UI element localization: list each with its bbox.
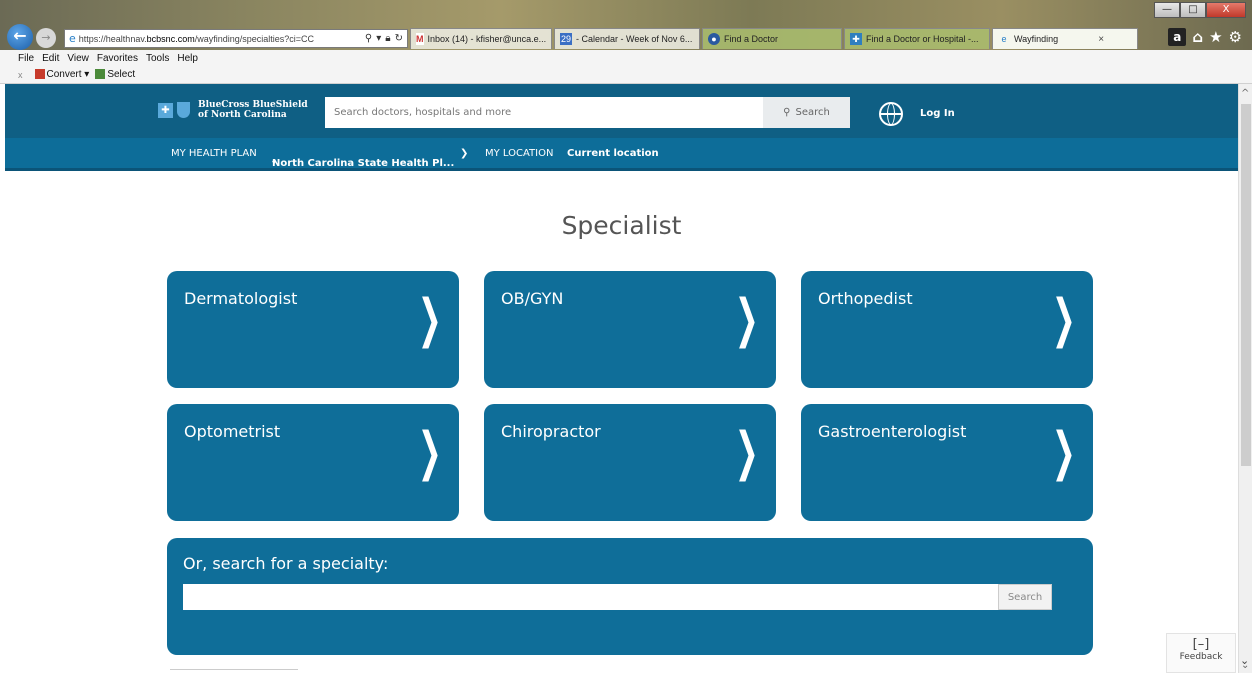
refresh-icon[interactable]: ↻ xyxy=(395,33,403,44)
specialty-card-dermatologist[interactable]: Dermatologist ❯ xyxy=(167,271,459,388)
home-icon[interactable]: ⌂ xyxy=(1192,28,1203,46)
tab-inbox[interactable]: M Inbox (14) - kfisher@unca.e... xyxy=(410,28,552,49)
site-search-button[interactable]: ⚲ Search xyxy=(763,97,850,128)
select-icon xyxy=(95,69,106,80)
card-label: Dermatologist xyxy=(184,289,298,308)
favorites-star-icon[interactable]: ★ xyxy=(1209,28,1222,46)
page-scrollbar[interactable]: ^ ⌄ xyxy=(1238,84,1252,673)
specialty-search-label: Or, search for a specialty: xyxy=(183,554,389,573)
specialty-search-input[interactable] xyxy=(183,584,998,610)
ie-page-icon: e xyxy=(69,32,76,45)
login-link[interactable]: Log In xyxy=(920,108,955,119)
specialty-search-panel: Or, search for a specialty: Search xyxy=(167,538,1093,655)
context-bar: MY HEALTH PLAN North Carolina State Heal… xyxy=(5,138,1238,171)
my-health-plan-label: MY HEALTH PLAN xyxy=(171,148,257,159)
page-title: Specialist xyxy=(561,211,682,240)
window-controls: — □ X xyxy=(1154,2,1246,18)
dropdown-icon[interactable]: ▾ xyxy=(376,33,381,44)
scroll-thumb[interactable] xyxy=(1241,104,1251,466)
specialty-card-chiropractor[interactable]: Chiropractor ❯ xyxy=(484,404,776,521)
specialty-card-gastroenterologist[interactable]: Gastroenterologist ❯ xyxy=(801,404,1093,521)
specialty-card-obgyn[interactable]: OB/GYN ❯ xyxy=(484,271,776,388)
logo-text: BlueCross BlueShield of North Carolina xyxy=(198,100,308,120)
bcbs-logo[interactable]: ✚ BlueCross BlueShield of North Carolina xyxy=(158,100,308,120)
tab-find-doctor-hospital[interactable]: ✚ Find a Doctor or Hospital -... xyxy=(844,28,990,49)
lock-icon[interactable]: 🔒︎ xyxy=(385,33,390,44)
calendar-icon: 29 xyxy=(560,33,572,45)
address-url: https://healthnav.bcbsnc.com/wayfinding/… xyxy=(78,33,315,44)
menu-favorites[interactable]: Favorites xyxy=(97,53,138,64)
doctor-site-icon: ● xyxy=(708,33,720,45)
amazon-icon[interactable]: a xyxy=(1168,28,1187,46)
chevron-right-icon: ❯ xyxy=(460,148,469,159)
gmail-icon: M xyxy=(416,33,424,45)
chevron-right-icon: ❯ xyxy=(735,289,760,349)
close-window-button[interactable]: X xyxy=(1206,2,1246,18)
menu-file[interactable]: File xyxy=(18,53,34,64)
chevron-right-icon: ❯ xyxy=(735,422,760,482)
cross-logo-icon: ✚ xyxy=(158,102,173,118)
specialty-card-optometrist[interactable]: Optometrist ❯ xyxy=(167,404,459,521)
card-label: OB/GYN xyxy=(501,289,564,308)
close-command-bar-icon[interactable]: x xyxy=(18,70,23,80)
bcbs-tab-icon: ✚ xyxy=(850,33,862,45)
card-label: Chiropractor xyxy=(501,422,601,441)
browser-title-bar: — □ X ← → e https://healthnav.bcbsnc.com… xyxy=(0,0,1252,50)
pdf-convert-icon xyxy=(34,69,45,80)
close-tab-icon[interactable]: × xyxy=(1098,34,1104,45)
maximize-button[interactable]: □ xyxy=(1180,2,1206,18)
shield-logo-icon xyxy=(177,102,190,118)
chevron-right-icon: ❯ xyxy=(418,289,443,349)
chevron-down-icon[interactable]: ⌄ xyxy=(1240,654,1249,667)
divider xyxy=(170,669,298,670)
card-label: Optometrist xyxy=(184,422,281,441)
chevron-right-icon: ❯ xyxy=(1052,289,1077,349)
site-header: ✚ BlueCross BlueShield of North Carolina… xyxy=(5,84,1238,138)
tab-strip: M Inbox (14) - kfisher@unca.e... 29 - Ca… xyxy=(410,28,1140,50)
gear-icon[interactable]: ⚙ xyxy=(1229,28,1242,46)
browser-toolbar-icons: a ⌂ ★ ⚙ xyxy=(1168,28,1242,46)
menu-view[interactable]: View xyxy=(67,53,89,64)
command-bar: x Convert ▾ Select xyxy=(18,69,135,80)
address-bar[interactable]: e https://healthnav.bcbsnc.com/wayfindin… xyxy=(64,29,408,48)
convert-button[interactable]: Convert ▾ xyxy=(34,69,89,80)
tab-wayfinding[interactable]: e Wayfinding × xyxy=(992,28,1138,49)
select-button[interactable]: Select xyxy=(95,69,135,80)
globe-icon[interactable] xyxy=(879,102,903,126)
chevron-down-icon: ▾ xyxy=(272,158,277,167)
search-icon: ⚲ xyxy=(783,107,791,118)
address-search-icon[interactable]: ⚲ xyxy=(365,33,372,44)
card-label: Orthopedist xyxy=(818,289,913,308)
chevron-right-icon: ❯ xyxy=(418,422,443,482)
my-location-label: MY LOCATION xyxy=(485,148,554,159)
scroll-up-icon[interactable]: ^ xyxy=(1241,88,1249,99)
menu-bar: File Edit View Favorites Tools Help x Co… xyxy=(0,50,1252,84)
menu-help[interactable]: Help xyxy=(177,53,198,64)
specialty-search-button[interactable]: Search xyxy=(998,584,1052,610)
menu-edit[interactable]: Edit xyxy=(42,53,59,64)
chevron-right-icon: ❯ xyxy=(1052,422,1077,482)
ie-tab-icon: e xyxy=(1001,34,1007,44)
menu-tools[interactable]: Tools xyxy=(146,53,169,64)
current-location-link[interactable]: Current location xyxy=(567,148,659,159)
specialty-card-orthopedist[interactable]: Orthopedist ❯ xyxy=(801,271,1093,388)
site-search-input[interactable]: Search doctors, hospitals and more xyxy=(325,97,763,128)
card-label: Gastroenterologist xyxy=(818,422,967,441)
forward-button[interactable]: → xyxy=(36,28,56,48)
menu-row: File Edit View Favorites Tools Help xyxy=(18,53,198,64)
feedback-button[interactable]: [–] Feedback xyxy=(1166,633,1236,673)
minimize-button[interactable]: — xyxy=(1154,2,1180,18)
tab-find-doctor[interactable]: ● Find a Doctor xyxy=(702,28,842,49)
feedback-icon: [–] xyxy=(1192,637,1210,652)
tab-calendar[interactable]: 29 - Calendar - Week of Nov 6... xyxy=(554,28,700,49)
back-button[interactable]: ← xyxy=(7,24,33,50)
